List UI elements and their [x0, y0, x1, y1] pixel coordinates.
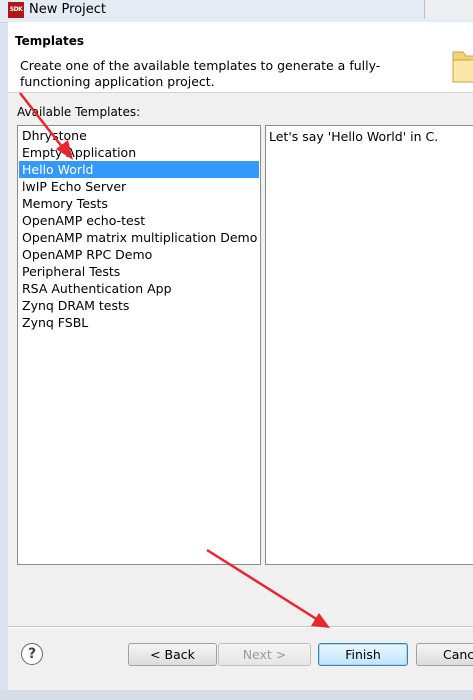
next-button[interactable]: Next >	[218, 643, 311, 666]
list-item[interactable]: Empty Application	[19, 144, 259, 161]
cancel-button[interactable]: Cancel	[416, 643, 473, 666]
list-item[interactable]: Zynq FSBL	[19, 314, 259, 331]
folder-icon	[452, 51, 473, 83]
list-item[interactable]: OpenAMP echo-test	[19, 212, 259, 229]
page-title: Templates	[15, 34, 85, 48]
list-item[interactable]: Peripheral Tests	[19, 263, 259, 280]
list-item[interactable]: Zynq DRAM tests	[19, 297, 259, 314]
help-icon[interactable]: ?	[21, 643, 43, 665]
title-bar: SDK New Project	[0, 0, 473, 23]
list-item[interactable]: OpenAMP matrix multiplication Demo	[19, 229, 259, 246]
list-item[interactable]: RSA Authentication App	[19, 280, 259, 297]
list-item[interactable]: Memory Tests	[19, 195, 259, 212]
list-item-selected[interactable]: Hello World	[19, 161, 259, 178]
available-templates-label: Available Templates:	[17, 105, 141, 119]
back-button[interactable]: < Back	[128, 643, 217, 666]
list-item[interactable]: lwIP Echo Server	[19, 178, 259, 195]
footer-divider-highlight	[8, 627, 473, 628]
list-item[interactable]: OpenAMP RPC Demo	[19, 246, 259, 263]
page-description: Create one of the available templates to…	[20, 58, 381, 89]
finish-button[interactable]: Finish	[318, 643, 408, 666]
window-title: New Project	[29, 2, 106, 17]
template-description-text: Let's say 'Hello World' in C.	[269, 129, 439, 144]
window-frame-bottom	[0, 690, 473, 700]
sdk-app-icon: SDK	[8, 2, 24, 18]
list-item[interactable]: Dhrystone	[19, 127, 259, 144]
window-frame-left	[0, 22, 8, 690]
templates-list[interactable]: Dhrystone Empty Application Hello World …	[17, 125, 261, 565]
close-button[interactable]	[424, 0, 473, 19]
template-description-panel: Let's say 'Hello World' in C.	[265, 125, 473, 565]
wizard-header: Templates Create one of the available te…	[8, 22, 473, 93]
